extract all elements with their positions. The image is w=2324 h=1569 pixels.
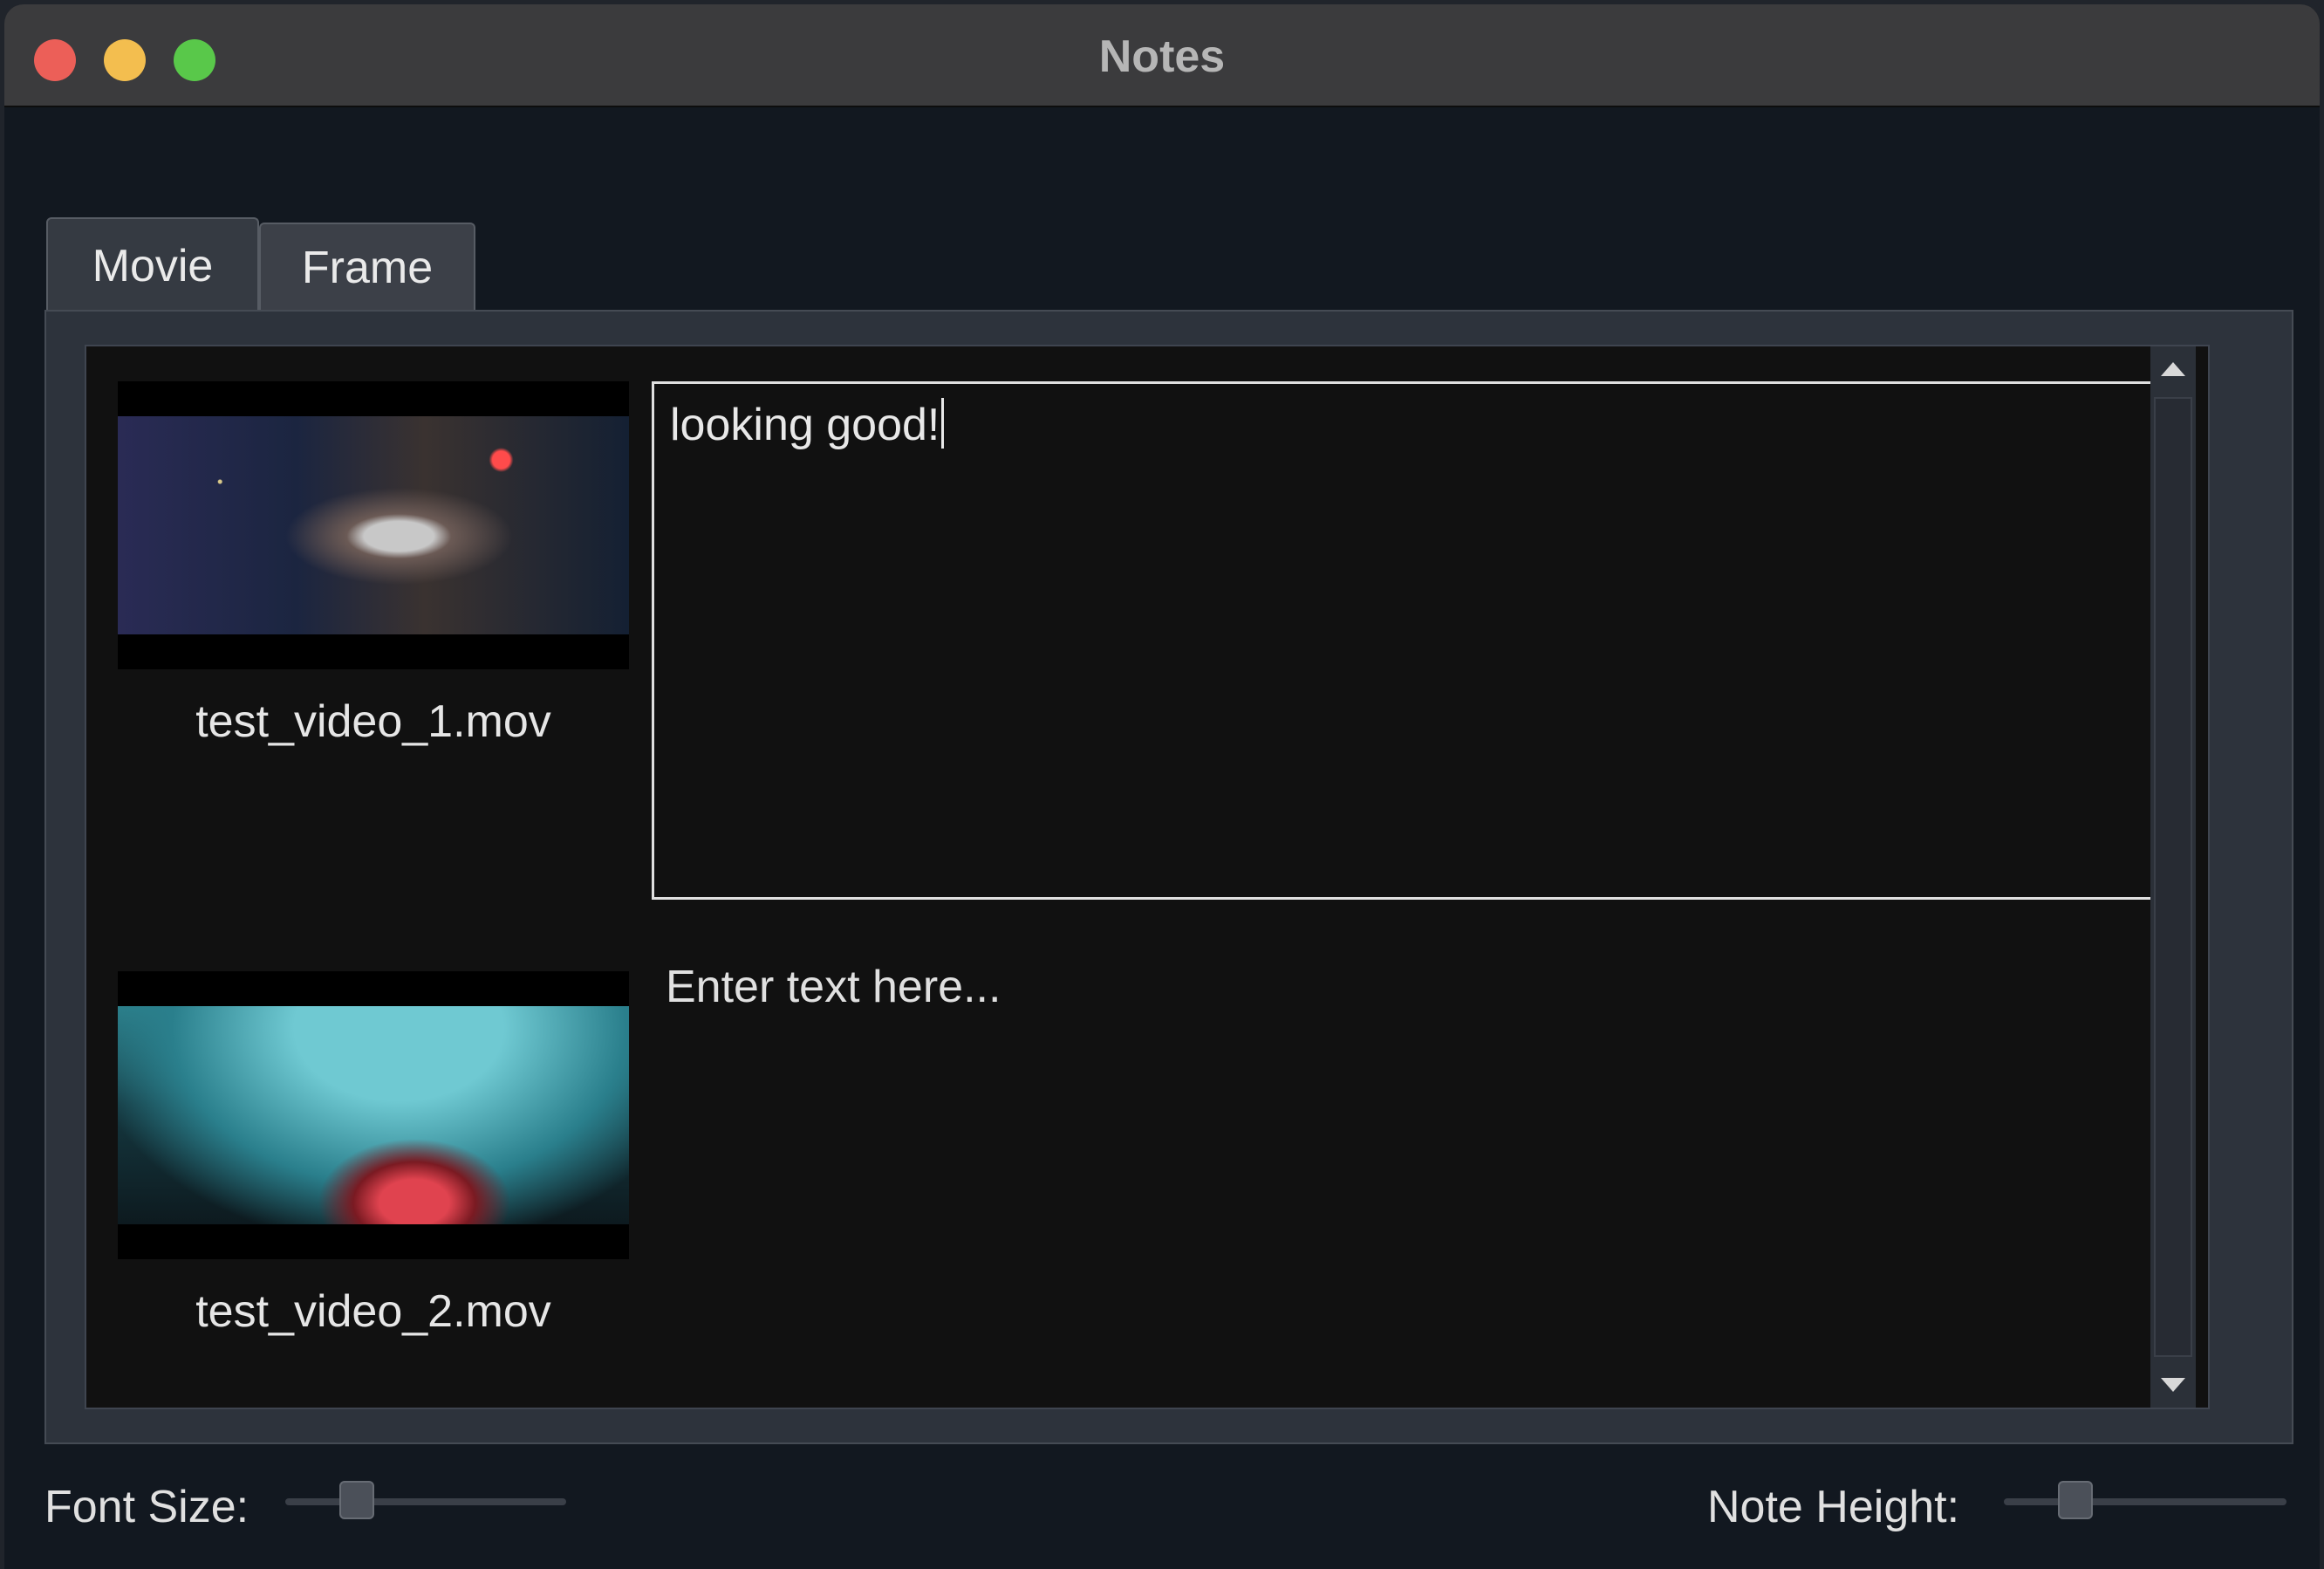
window-title: Notes (1098, 31, 1226, 82)
thumbnail-image (118, 416, 629, 634)
note-height-slider-handle[interactable] (2058, 1481, 2093, 1519)
video-thumbnail-1 (118, 381, 629, 669)
note-height-slider[interactable] (2004, 1481, 2286, 1519)
note-text-1: looking good! (670, 400, 940, 450)
tab-movie[interactable]: Movie (46, 217, 259, 313)
tab-panel: test_video_1.mov looking good! test_vide… (44, 310, 2293, 1444)
font-size-label: Font Size: (44, 1482, 249, 1532)
note-text-field-2[interactable]: Enter text here... (652, 961, 2173, 1013)
note-text-field-1[interactable]: looking good! (652, 381, 2159, 900)
font-size-slider[interactable] (285, 1481, 566, 1519)
text-caret (941, 398, 945, 449)
scroll-up-icon[interactable] (2161, 362, 2185, 376)
thumbnail-image (118, 1006, 629, 1224)
notes-window: Notes Movie Frame test_video_1.mov looki… (4, 4, 2320, 1569)
vertical-scrollbar[interactable] (2150, 346, 2196, 1408)
video-filename-2: test_video_2.mov (195, 1286, 551, 1337)
notes-list: test_video_1.mov looking good! test_vide… (85, 345, 2210, 1409)
scroll-down-icon[interactable] (2161, 1378, 2185, 1392)
video-thumbnail-2 (118, 971, 629, 1259)
scrollbar-track[interactable] (2154, 397, 2192, 1357)
tab-frame[interactable]: Frame (259, 223, 475, 312)
font-size-slider-handle[interactable] (339, 1481, 374, 1519)
video-filename-1: test_video_1.mov (195, 696, 551, 747)
title-bar: Notes (4, 4, 2320, 107)
note-height-label: Note Height: (1707, 1482, 1960, 1532)
